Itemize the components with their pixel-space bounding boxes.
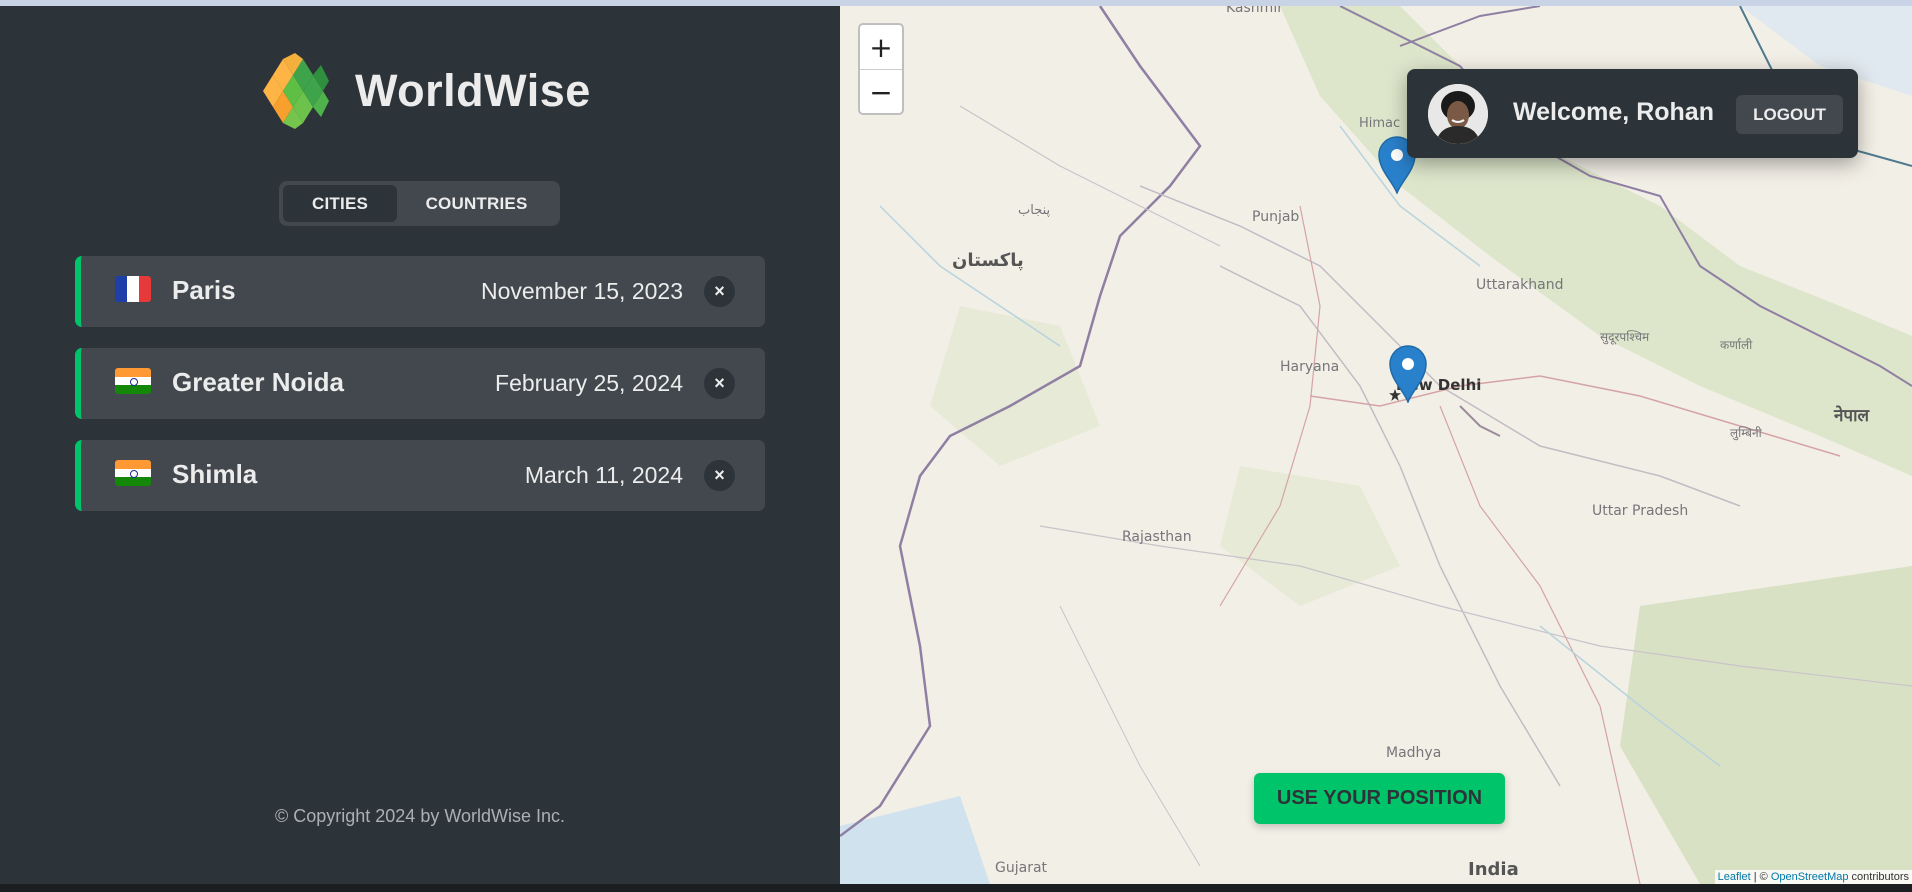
city-name: Shimla bbox=[172, 459, 258, 489]
globe-logo-icon bbox=[257, 53, 333, 129]
map-label-uttarakhand: Uttarakhand bbox=[1476, 277, 1564, 293]
welcome-text: Welcome, Rohan bbox=[1513, 98, 1714, 126]
map-label-nepal-4: लुम्बिनी bbox=[1730, 426, 1762, 440]
attribution-separator: | © bbox=[1750, 871, 1771, 883]
tab-cities[interactable]: CITIES bbox=[283, 185, 398, 222]
tab-countries[interactable]: COUNTRIES bbox=[397, 185, 556, 222]
map-attribution: Leaflet | © OpenStreetMap contributors bbox=[1714, 870, 1912, 884]
map-label-nepal-2: कर्णाली bbox=[1720, 338, 1753, 352]
taskbar-strip bbox=[0, 884, 1912, 892]
map[interactable]: Kashmir Himac Punjab پنجاب پاکستان Uttar… bbox=[840, 6, 1912, 884]
city-date: February 25, 2024 bbox=[495, 370, 683, 396]
sidebar: WorldWise CITIES COUNTRIES Paris Novembe… bbox=[0, 6, 840, 884]
city-item-greater-noida[interactable]: Greater Noida February 25, 2024 × bbox=[75, 348, 765, 419]
map-label-haryana: Haryana bbox=[1280, 359, 1340, 375]
delete-city-button[interactable]: × bbox=[704, 368, 735, 399]
copyright: © Copyright 2024 by WorldWise Inc. bbox=[274, 806, 566, 826]
fr-flag-icon bbox=[115, 276, 151, 302]
city-name: Greater Noida bbox=[172, 367, 344, 397]
map-label-punjab-urdu: پنجاب bbox=[1018, 203, 1051, 218]
map-label-rajasthan: Rajasthan bbox=[1122, 529, 1192, 545]
app-layout: WorldWise CITIES COUNTRIES Paris Novembe… bbox=[0, 6, 1912, 884]
delete-city-button[interactable]: × bbox=[704, 276, 735, 307]
city-date: March 11, 2024 bbox=[524, 462, 683, 488]
in-flag-icon bbox=[115, 460, 151, 486]
avatar bbox=[1428, 84, 1488, 144]
zoom-out-button[interactable]: − bbox=[860, 70, 902, 115]
map-marker-greater-noida-icon[interactable] bbox=[1388, 345, 1428, 403]
leaflet-link[interactable]: Leaflet bbox=[1718, 871, 1751, 883]
map-label-madhya: Madhya bbox=[1386, 745, 1442, 761]
user-photo-icon bbox=[1428, 84, 1488, 144]
osm-link[interactable]: OpenStreetMap bbox=[1771, 871, 1849, 883]
in-flag-icon bbox=[115, 368, 151, 394]
view-tabs: CITIES COUNTRIES bbox=[279, 181, 560, 226]
attribution-tail: contributors bbox=[1848, 871, 1909, 883]
city-item-paris[interactable]: Paris November 15, 2023 × bbox=[75, 256, 765, 327]
city-date: November 15, 2023 bbox=[480, 278, 683, 304]
city-item-shimla[interactable]: Shimla March 11, 2024 × bbox=[75, 440, 765, 511]
map-label-nepal-1: सुदूरपश्चिम bbox=[1600, 330, 1650, 344]
user-panel: Welcome, Rohan LOGOUT bbox=[1407, 69, 1858, 158]
map-label-punjab: Punjab bbox=[1252, 209, 1300, 225]
map-label-india: India bbox=[1468, 859, 1519, 880]
city-name: Paris bbox=[172, 275, 236, 305]
map-label-nepal: नेपाल bbox=[1834, 406, 1870, 426]
logo[interactable]: WorldWise bbox=[255, 50, 591, 132]
brand-name: WorldWise bbox=[355, 65, 591, 116]
map-label-himachal: Himac bbox=[1359, 116, 1401, 131]
map-label-gujarat: Gujarat bbox=[995, 860, 1048, 876]
use-position-button[interactable]: USE YOUR POSITION bbox=[1254, 773, 1505, 824]
map-label-pakistan: پاکستان bbox=[952, 250, 1024, 271]
city-list: Paris November 15, 2023 × Greater Noida … bbox=[75, 256, 765, 532]
map-label-uttar-pradesh: Uttar Pradesh bbox=[1592, 503, 1689, 519]
zoom-in-button[interactable]: + bbox=[860, 25, 902, 70]
map-label-kashmir: Kashmir bbox=[1226, 6, 1283, 16]
delete-city-button[interactable]: × bbox=[704, 460, 735, 491]
logout-button[interactable]: LOGOUT bbox=[1736, 95, 1843, 134]
zoom-control: + − bbox=[858, 23, 904, 115]
